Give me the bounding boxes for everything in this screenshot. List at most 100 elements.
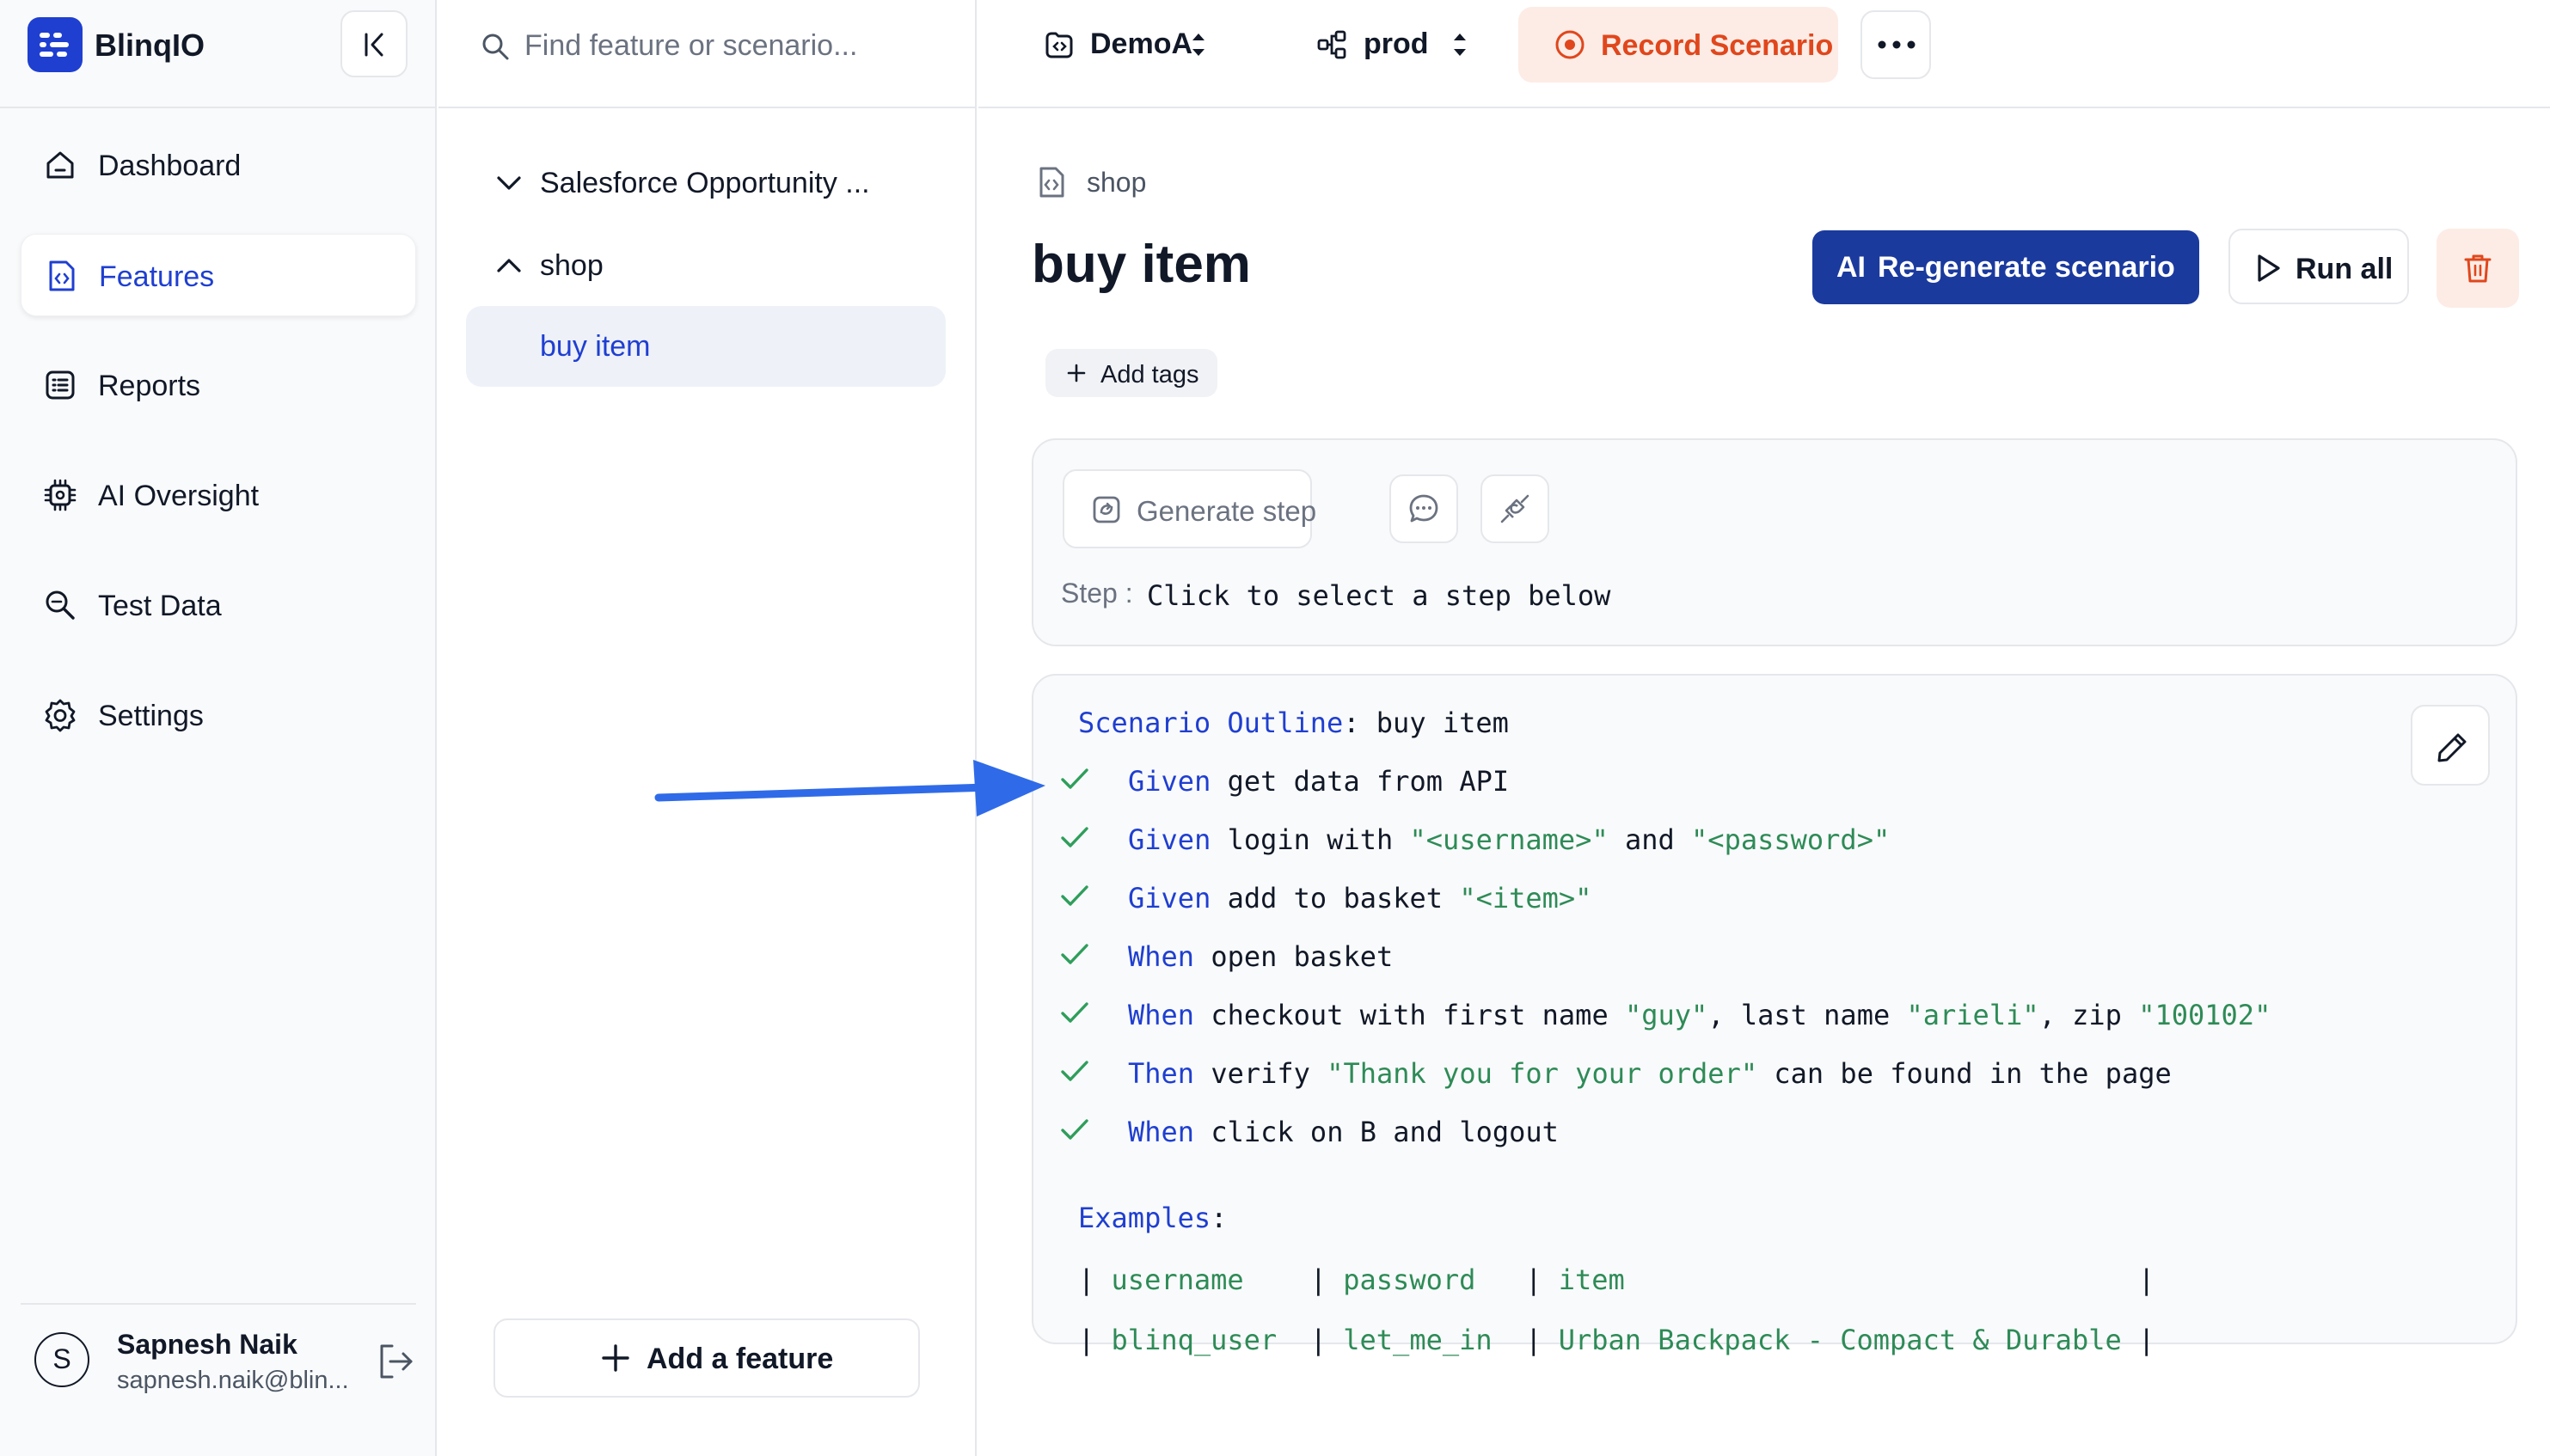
project-name: DemoA [1090,28,1193,60]
environment-selector[interactable]: prod [1315,19,1487,70]
file-code-icon [1039,167,1064,198]
app-name: BlinqIO [95,28,205,63]
examples-keyword: Examples [1078,1202,1211,1234]
more-horizontal-icon [1878,40,1916,49]
chevron-down-icon[interactable] [493,170,524,196]
feature-label: shop [540,249,604,282]
divider [21,1303,416,1305]
step-keyword: When [1128,940,1195,973]
scenario-step-line[interactable]: Given login with "<username>" and "<pass… [1128,823,1890,856]
search-bar [438,0,977,108]
blinqio-logo-icon [28,17,83,72]
examples-header-row: | username | password | item | [1078,1263,2155,1296]
sidebar: BlinqIO Dashboard Features Reports AI Ov… [0,0,437,1456]
avatar[interactable]: S [34,1332,89,1387]
plus-icon [602,1344,629,1372]
cpu-icon [44,479,77,511]
step-text: , last name [1707,999,1907,1031]
sidebar-item-label: Reports [98,370,201,402]
step-text: , zip [2038,999,2139,1031]
add-tags-button[interactable]: Add tags [1045,349,1217,397]
chevron-up-down-icon [1454,34,1466,56]
record-scenario-button[interactable]: Record Scenario [1518,7,1838,83]
sidebar-item-dashboard[interactable]: Dashboard [21,124,416,206]
logout-icon[interactable] [373,1339,418,1384]
collapse-left-icon [365,33,383,57]
project-icon [1045,32,1073,58]
step-keyword: Then [1128,1057,1195,1090]
step-parameter: "100102" [2138,999,2271,1031]
project-selector[interactable]: DemoA [1042,19,1205,70]
scenario-item-buy-item[interactable]: buy item [466,306,946,387]
sidebar-nav: Dashboard Features Reports AI Oversight … [21,124,416,784]
step-text: open basket [1194,940,1394,973]
comment-button[interactable] [1389,474,1458,543]
generate-step-button[interactable]: Generate step [1063,469,1316,548]
trash-icon [2464,254,2492,283]
top-bar: DemoA prod Record Scenario [978,0,2550,108]
link-button[interactable] [1480,474,1549,543]
chat-bubble-icon [1409,494,1438,523]
feature-item-salesforce[interactable]: Salesforce Opportunity ... [468,143,958,223]
sidebar-item-label: Test Data [98,590,222,622]
add-feature-button[interactable]: Add a feature [493,1318,920,1398]
step-keyword: Given [1128,882,1211,915]
regenerate-scenario-button[interactable]: AI Re-generate scenario [1812,230,2199,304]
step-parameter: "Thank you for your order" [1327,1057,1758,1090]
search-data-icon [46,590,75,620]
outline-name: : buy item [1343,707,1509,739]
sidebar-item-label: AI Oversight [98,480,260,512]
step-prefix: Step : [1061,578,1133,609]
sidebar-item-features[interactable]: Features [21,234,416,316]
collapse-sidebar-button[interactable] [340,10,408,77]
chevron-up-down-icon [1192,34,1205,56]
breadcrumb[interactable]: shop [1087,167,1146,199]
step-text: and [1608,823,1692,856]
add-feature-label: Add a feature [647,1343,834,1375]
step-editor-panel: Generate step Step : Click to select a s… [1032,438,2517,646]
step-text: checkout with first name [1194,999,1625,1031]
scenario-outline-line: Scenario Outline: buy item [1078,707,1509,739]
regenerate-label: Re-generate scenario [1878,251,2175,284]
scenario-step-line[interactable]: When checkout with first name "guy", las… [1128,999,2271,1031]
edit-scenario-button[interactable] [2411,705,2490,786]
outline-keyword: Scenario Outline [1078,707,1344,739]
user-name: Sapnesh Naik [117,1329,297,1360]
run-all-button[interactable]: Run all [2228,229,2409,304]
sidebar-item-test-data[interactable]: Test Data [21,564,416,646]
step-text: login with [1211,823,1410,856]
step-parameter: "<password>" [1691,823,1891,856]
step-parameter: "<username>" [1409,823,1609,856]
examples-data-row: | blinq_user | let_me_in | Urban Backpac… [1078,1324,2155,1356]
check-icon [1061,827,1088,847]
check-icon [1061,885,1088,906]
plus-icon [1067,364,1086,382]
sidebar-item-settings[interactable]: Settings [21,674,416,756]
delete-scenario-button[interactable] [2437,229,2519,308]
logo-row: BlinqIO [0,0,437,108]
user-email: sapnesh.naik@blin... [117,1367,349,1394]
record-icon [1555,30,1585,59]
scenario-step-line[interactable]: Given add to basket "<item>" [1128,882,1591,915]
step-keyword: Given [1128,765,1211,798]
generate-icon [1093,496,1120,523]
list-icon [46,370,75,400]
gear-icon [45,699,76,732]
sidebar-item-ai-oversight[interactable]: AI Oversight [21,454,416,536]
sidebar-item-reports[interactable]: Reports [21,344,416,426]
feature-item-shop[interactable]: shop [468,225,958,306]
more-options-button[interactable] [1860,10,1931,79]
run-all-label: Run all [2296,253,2394,285]
scenario-step-line[interactable]: Given get data from API [1128,765,1509,798]
search-input[interactable] [524,24,954,67]
scenario-label: buy item [540,330,651,363]
check-icon [1061,768,1088,789]
scenario-step-line[interactable]: When open basket [1128,940,1393,973]
scenario-step-line[interactable]: Then verify "Thank you for your order" c… [1128,1057,2172,1090]
home-icon [46,151,74,179]
scenario-step-line[interactable]: When click on B and logout [1128,1116,1559,1148]
chevron-up-icon[interactable] [493,253,524,278]
examples-line: Examples: [1078,1202,1228,1234]
pencil-icon [2437,733,2467,762]
examples-data-cell: Urban Backpack - Compact & Durable [1558,1324,2122,1356]
